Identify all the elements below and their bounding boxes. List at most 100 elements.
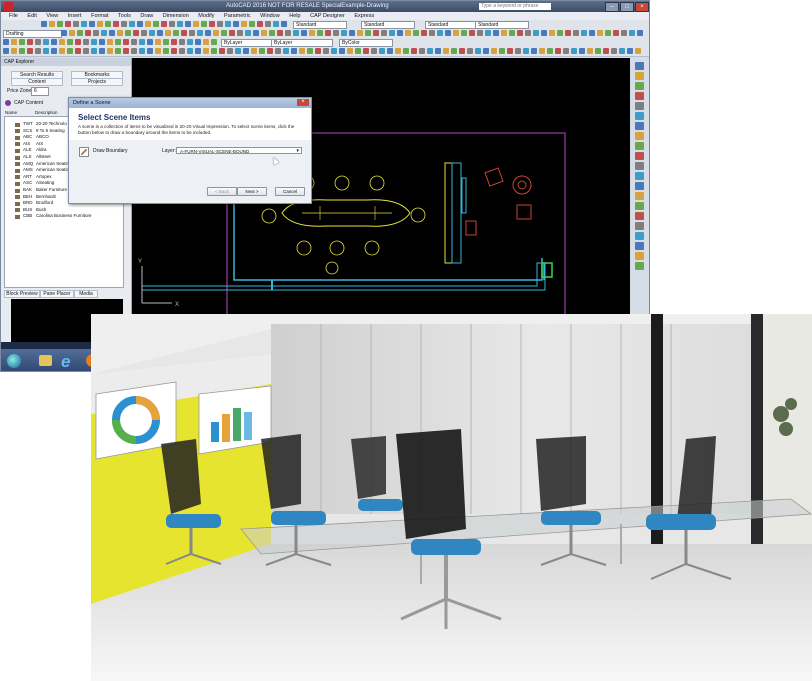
modify-tool-icon[interactable]	[635, 262, 644, 270]
toolbar-tool-icon[interactable]	[131, 39, 137, 45]
toolbar-tool-icon[interactable]	[125, 30, 131, 36]
app-logo-icon[interactable]	[4, 2, 13, 11]
toolbar-tool-icon[interactable]	[619, 48, 625, 54]
toolbar-tool-icon[interactable]	[299, 48, 305, 54]
toolbar-tool-icon[interactable]	[173, 30, 179, 36]
toolbar-tool-icon[interactable]	[227, 48, 233, 54]
layer-select[interactable]: A-FURN-VISUAL-SCENE-BOUND ▾	[176, 147, 302, 154]
toolbar-tool-icon[interactable]	[357, 30, 363, 36]
toolbar-tool-icon[interactable]	[395, 48, 401, 54]
toolbar-tool-icon[interactable]	[49, 21, 55, 27]
toolbar-tool-icon[interactable]	[237, 30, 243, 36]
menu-tools[interactable]: Tools	[118, 13, 131, 19]
toolbar-tool-icon[interactable]	[209, 21, 215, 27]
toolbar-tool-icon[interactable]	[563, 48, 569, 54]
lineweight-combo[interactable]: ByColor	[339, 39, 393, 47]
toolbar-tool-icon[interactable]	[347, 48, 353, 54]
toolbar-tool-icon[interactable]	[133, 30, 139, 36]
toolbar-tool-icon[interactable]	[453, 30, 459, 36]
toolbar-tool-icon[interactable]	[523, 48, 529, 54]
toolbar-tool-icon[interactable]	[437, 30, 443, 36]
toolbar-tool-icon[interactable]	[157, 30, 163, 36]
toolbar-tool-icon[interactable]	[469, 30, 475, 36]
toolbar-tool-icon[interactable]	[107, 48, 113, 54]
toolbar-tool-icon[interactable]	[419, 48, 425, 54]
menu-cap-designer[interactable]: CAP Designer	[310, 13, 345, 19]
toolbar-tool-icon[interactable]	[51, 48, 57, 54]
list-item[interactable]: CBB Carolina Business Furniture	[5, 213, 123, 220]
toolbar-tool-icon[interactable]	[291, 48, 297, 54]
draw-boundary-button[interactable]	[79, 147, 89, 157]
menu-modify[interactable]: Modify	[198, 13, 214, 19]
toolbar-tool-icon[interactable]	[193, 21, 199, 27]
toolbar-tool-icon[interactable]	[105, 21, 111, 27]
modify-tool-icon[interactable]	[635, 252, 644, 260]
modify-tool-icon[interactable]	[635, 72, 644, 80]
toolbar-tool-icon[interactable]	[213, 30, 219, 36]
toolbar-tool-icon[interactable]	[515, 48, 521, 54]
toolbar-tool-icon[interactable]	[411, 48, 417, 54]
tab-media[interactable]: Media	[74, 290, 98, 298]
toolbar-tool-icon[interactable]	[597, 30, 603, 36]
modify-tool-icon[interactable]	[635, 142, 644, 150]
toolbar-tool-icon[interactable]	[141, 30, 147, 36]
toolbar-tool-icon[interactable]	[73, 21, 79, 27]
toolbar-tool-icon[interactable]	[221, 30, 227, 36]
start-button-icon[interactable]	[7, 354, 21, 368]
modify-tool-icon[interactable]	[635, 132, 644, 140]
menu-insert[interactable]: Insert	[68, 13, 82, 19]
toolbar-tool-icon[interactable]	[27, 39, 33, 45]
toolbar-tool-icon[interactable]	[229, 30, 235, 36]
toolbar-tool-icon[interactable]	[397, 30, 403, 36]
toolbar-tool-icon[interactable]	[429, 30, 435, 36]
toolbar-tool-icon[interactable]	[149, 30, 155, 36]
toolbar-tool-icon[interactable]	[477, 30, 483, 36]
toolbar-tool-icon[interactable]	[161, 21, 167, 27]
toolbar-tool-icon[interactable]	[93, 30, 99, 36]
minimize-button[interactable]: –	[605, 2, 619, 12]
menu-express[interactable]: Express	[354, 13, 374, 19]
modify-tool-icon[interactable]	[635, 222, 644, 230]
toolbar-tool-icon[interactable]	[605, 30, 611, 36]
toolbar-tool-icon[interactable]	[27, 48, 33, 54]
toolbar-tool-icon[interactable]	[75, 48, 81, 54]
toolbar-tool-icon[interactable]	[147, 48, 153, 54]
modify-tool-icon[interactable]	[635, 62, 644, 70]
toolbar-tool-icon[interactable]	[115, 39, 121, 45]
toolbar-tool-icon[interactable]	[539, 48, 545, 54]
toolbar-tool-icon[interactable]	[205, 30, 211, 36]
toolbar-tool-icon[interactable]	[571, 48, 577, 54]
toolbar-tool-icon[interactable]	[195, 48, 201, 54]
toolbar-tool-icon[interactable]	[635, 48, 641, 54]
toolbar-tool-icon[interactable]	[91, 39, 97, 45]
toolbar-tool-icon[interactable]	[89, 21, 95, 27]
toolbar-tool-icon[interactable]	[155, 48, 161, 54]
linetype-combo[interactable]: ByLayer	[271, 39, 333, 47]
toolbar-tool-icon[interactable]	[59, 39, 65, 45]
menu-dimension[interactable]: Dimension	[163, 13, 189, 19]
close-button[interactable]: ×	[635, 2, 649, 12]
toolbar-tool-icon[interactable]	[579, 48, 585, 54]
toolbar-tool-icon[interactable]	[637, 30, 643, 36]
toolbar-tool-icon[interactable]	[59, 48, 65, 54]
toolbar-tool-icon[interactable]	[153, 21, 159, 27]
toolbar-tool-icon[interactable]	[445, 30, 451, 36]
toolbar-tool-icon[interactable]	[139, 39, 145, 45]
toolbar-tool-icon[interactable]	[349, 30, 355, 36]
toolbar-tool-icon[interactable]	[557, 30, 563, 36]
toolbar-tool-icon[interactable]	[131, 48, 137, 54]
menu-window[interactable]: Window	[260, 13, 280, 19]
toolbar-tool-icon[interactable]	[331, 48, 337, 54]
menu-help[interactable]: Help	[289, 13, 300, 19]
toolbar-tool-icon[interactable]	[81, 21, 87, 27]
toolbar-tool-icon[interactable]	[147, 39, 153, 45]
next-button[interactable]: Next >	[237, 187, 267, 196]
toolbar-tool-icon[interactable]	[333, 30, 339, 36]
search-input[interactable]: Type a keyword or phrase	[479, 3, 551, 10]
toolbar-tool-icon[interactable]	[43, 48, 49, 54]
toolbar-tool-icon[interactable]	[67, 39, 73, 45]
toolbar-tool-icon[interactable]	[301, 30, 307, 36]
modify-tool-icon[interactable]	[635, 182, 644, 190]
toolbar-tool-icon[interactable]	[547, 48, 553, 54]
toolbar-tool-icon[interactable]	[163, 48, 169, 54]
